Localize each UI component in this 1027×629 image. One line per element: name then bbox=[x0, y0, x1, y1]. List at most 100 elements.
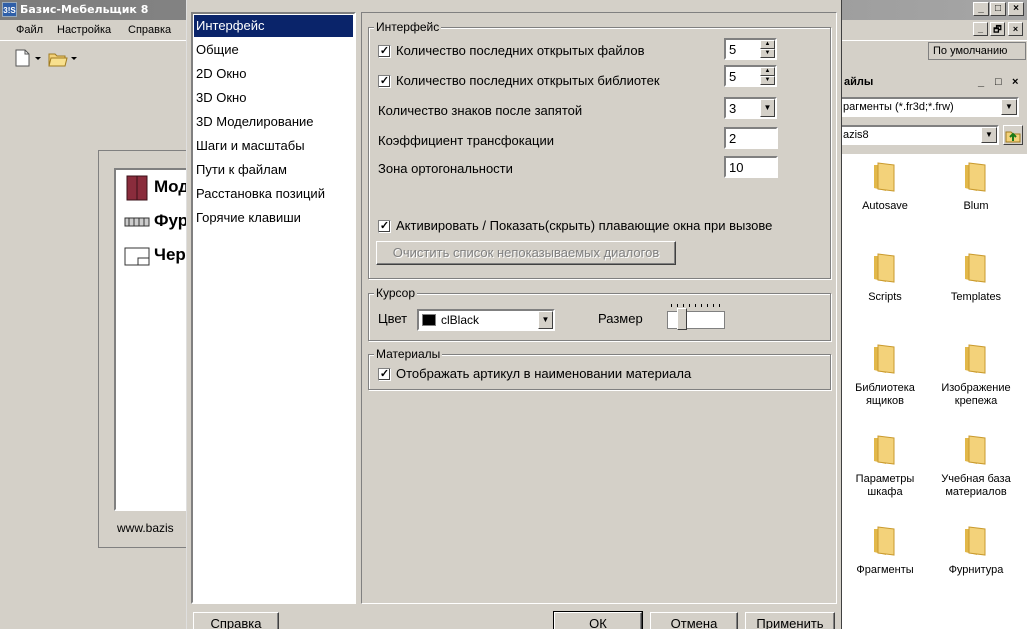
folder-icon bbox=[965, 435, 986, 465]
apply-button[interactable]: Применить bbox=[745, 612, 835, 629]
article-label: Отображать артикул в наименовании матери… bbox=[396, 366, 692, 381]
folder-item[interactable]: Blum bbox=[933, 160, 1019, 213]
menu-settings[interactable]: Настройка bbox=[57, 24, 111, 36]
welcome-list: Мод Фур Чер bbox=[114, 168, 194, 511]
recent-files-checkbox[interactable]: ✓ bbox=[378, 45, 391, 58]
settings-dialog: Интерфейс Общие 2D Окно 3D Окно 3D Моделиров… bbox=[186, 0, 842, 629]
interface-legend: Интерфейс bbox=[374, 20, 442, 34]
folder-path-value: azis8 bbox=[843, 129, 869, 141]
cursor-group: Курсор Цвет clBlack ▼ Размер bbox=[368, 286, 831, 341]
folder-label: Blum bbox=[963, 200, 989, 212]
close-button[interactable]: × bbox=[1008, 2, 1024, 16]
folder-label: Изображение крепежа bbox=[941, 382, 1011, 407]
menu-help[interactable]: Справка bbox=[128, 24, 171, 36]
cursor-legend: Курсор bbox=[374, 286, 418, 300]
preset-selector[interactable]: По умолчанию bbox=[928, 42, 1026, 60]
spin-up-icon[interactable]: ▲ bbox=[760, 40, 775, 49]
folder-item[interactable]: Templates bbox=[933, 251, 1019, 304]
nav-item[interactable]: 2D Окно bbox=[194, 63, 353, 85]
file-filter-combo[interactable]: рагменты (*.fr3d;*.frw) ▼ bbox=[838, 97, 1019, 117]
app-logo: 3!S bbox=[2, 2, 17, 17]
welcome-item-label: Чер bbox=[154, 245, 186, 264]
settings-nav: Интерфейс Общие 2D Окно 3D Окно 3D Моделиров… bbox=[191, 12, 356, 604]
activate-label: Активировать / Показать(скрыть) плавающи… bbox=[396, 218, 773, 233]
recent-files-label: Количество последних открытых файлов bbox=[396, 43, 645, 58]
new-file-icon bbox=[15, 49, 41, 67]
nav-item[interactable]: 3D Моделирование bbox=[194, 111, 353, 133]
folder-label: Фрагменты bbox=[856, 564, 914, 576]
zoom-input[interactable]: 2 bbox=[724, 127, 778, 149]
folder-item[interactable]: Учебная база материалов bbox=[933, 433, 1019, 499]
chevron-down-icon[interactable]: ▼ bbox=[981, 127, 997, 143]
folder-up-button[interactable] bbox=[1003, 125, 1023, 145]
cursor-color-value: clBlack bbox=[441, 313, 480, 327]
files-panel-header: айлы _ □ × bbox=[838, 76, 1027, 92]
folder-item[interactable]: Autosave bbox=[842, 160, 928, 213]
welcome-item-label: Фур bbox=[154, 211, 189, 230]
materials-group: Материалы ✓ Отображать артикул в наимено… bbox=[368, 347, 831, 390]
ortho-input[interactable]: 10 bbox=[724, 156, 778, 178]
mdi-minimize-button[interactable]: _ bbox=[973, 22, 988, 36]
nav-item[interactable]: Общие bbox=[194, 39, 353, 61]
nav-item[interactable]: Пути к файлам bbox=[194, 159, 353, 181]
help-button[interactable]: Справка bbox=[193, 612, 279, 629]
minimize-button[interactable]: _ bbox=[973, 2, 989, 16]
panel-close-icon[interactable]: × bbox=[1012, 76, 1018, 88]
folder-icon bbox=[965, 344, 986, 374]
recent-libs-spinbox[interactable]: 5 ▲ ▼ bbox=[724, 65, 777, 87]
folder-icon bbox=[965, 253, 986, 283]
nav-item[interactable]: 3D Окно bbox=[194, 87, 353, 109]
cancel-button[interactable]: Отмена bbox=[650, 612, 738, 629]
mdi-restore-button[interactable]: 🗗 bbox=[990, 22, 1005, 36]
nav-item[interactable]: Интерфейс bbox=[194, 15, 353, 37]
panel-maximize-icon[interactable]: □ bbox=[995, 76, 1002, 88]
recent-libs-checkbox[interactable]: ✓ bbox=[378, 75, 391, 88]
files-panel-title: айлы bbox=[844, 76, 874, 88]
recent-files-value: 5 bbox=[729, 42, 737, 57]
mdi-close-button[interactable]: × bbox=[1008, 22, 1023, 36]
article-checkbox[interactable]: ✓ bbox=[378, 368, 391, 381]
recent-files-spinbox[interactable]: 5 ▲ ▼ bbox=[724, 38, 777, 60]
folder-item[interactable]: Фурнитура bbox=[933, 524, 1019, 577]
hinge-icon bbox=[124, 217, 150, 227]
chevron-down-icon[interactable]: ▼ bbox=[538, 311, 553, 329]
panel-minimize-icon[interactable]: _ bbox=[978, 76, 984, 88]
folder-item[interactable]: Библиотека ящиков bbox=[842, 342, 928, 408]
folder-item[interactable]: Изображение крепежа bbox=[933, 342, 1019, 408]
cursor-size-slider[interactable] bbox=[667, 304, 729, 334]
folder-label: Библиотека ящиков bbox=[855, 382, 915, 407]
open-file-button[interactable] bbox=[45, 46, 79, 68]
file-filter-value: рагменты (*.fr3d;*.frw) bbox=[843, 101, 954, 113]
menu-file[interactable]: Файл bbox=[16, 24, 43, 36]
files-grid: Autosave Blum Scripts Templates Библиотека я… bbox=[842, 154, 1027, 629]
spin-down-icon[interactable]: ▼ bbox=[760, 76, 775, 85]
settings-content: Интерфейс ✓ Количество последних открыты… bbox=[361, 12, 837, 604]
chevron-down-icon[interactable]: ▼ bbox=[760, 99, 775, 117]
folder-item[interactable]: Фрагменты bbox=[842, 524, 928, 577]
clear-dialogs-button[interactable]: Очистить список непоказываемых диалогов bbox=[376, 241, 676, 265]
spin-up-icon[interactable]: ▲ bbox=[760, 67, 775, 76]
new-file-button[interactable] bbox=[10, 46, 44, 68]
folder-icon bbox=[874, 435, 895, 465]
folder-path-combo[interactable]: azis8 ▼ bbox=[838, 125, 999, 145]
nav-item[interactable]: Расстановка позиций bbox=[194, 183, 353, 205]
folder-icon bbox=[965, 162, 986, 192]
slider-thumb[interactable] bbox=[677, 308, 687, 330]
cursor-color-select[interactable]: clBlack ▼ bbox=[417, 309, 555, 331]
files-panel: айлы _ □ × рагменты (*.fr3d;*.frw) ▼ azi… bbox=[838, 76, 1027, 629]
zoom-label: Коэффициент трансфокации bbox=[378, 133, 554, 148]
activate-checkbox[interactable]: ✓ bbox=[378, 220, 391, 233]
nav-item[interactable]: Шаги и масштабы bbox=[194, 135, 353, 157]
open-folder-icon bbox=[48, 53, 77, 67]
nav-item[interactable]: Горячие клавиши bbox=[194, 207, 353, 229]
maximize-button[interactable]: □ bbox=[990, 2, 1006, 16]
folder-item[interactable]: Scripts bbox=[842, 251, 928, 304]
folder-label: Параметры шкафа bbox=[855, 473, 915, 498]
folder-item[interactable]: Параметры шкафа bbox=[842, 433, 928, 499]
chevron-down-icon[interactable]: ▼ bbox=[1001, 99, 1017, 115]
folder-label: Autosave bbox=[862, 200, 908, 212]
welcome-url[interactable]: www.bazis bbox=[117, 521, 194, 535]
decimals-select[interactable]: 3 ▼ bbox=[724, 97, 777, 119]
ok-button[interactable]: ОК bbox=[553, 611, 643, 629]
spin-down-icon[interactable]: ▼ bbox=[760, 49, 775, 58]
